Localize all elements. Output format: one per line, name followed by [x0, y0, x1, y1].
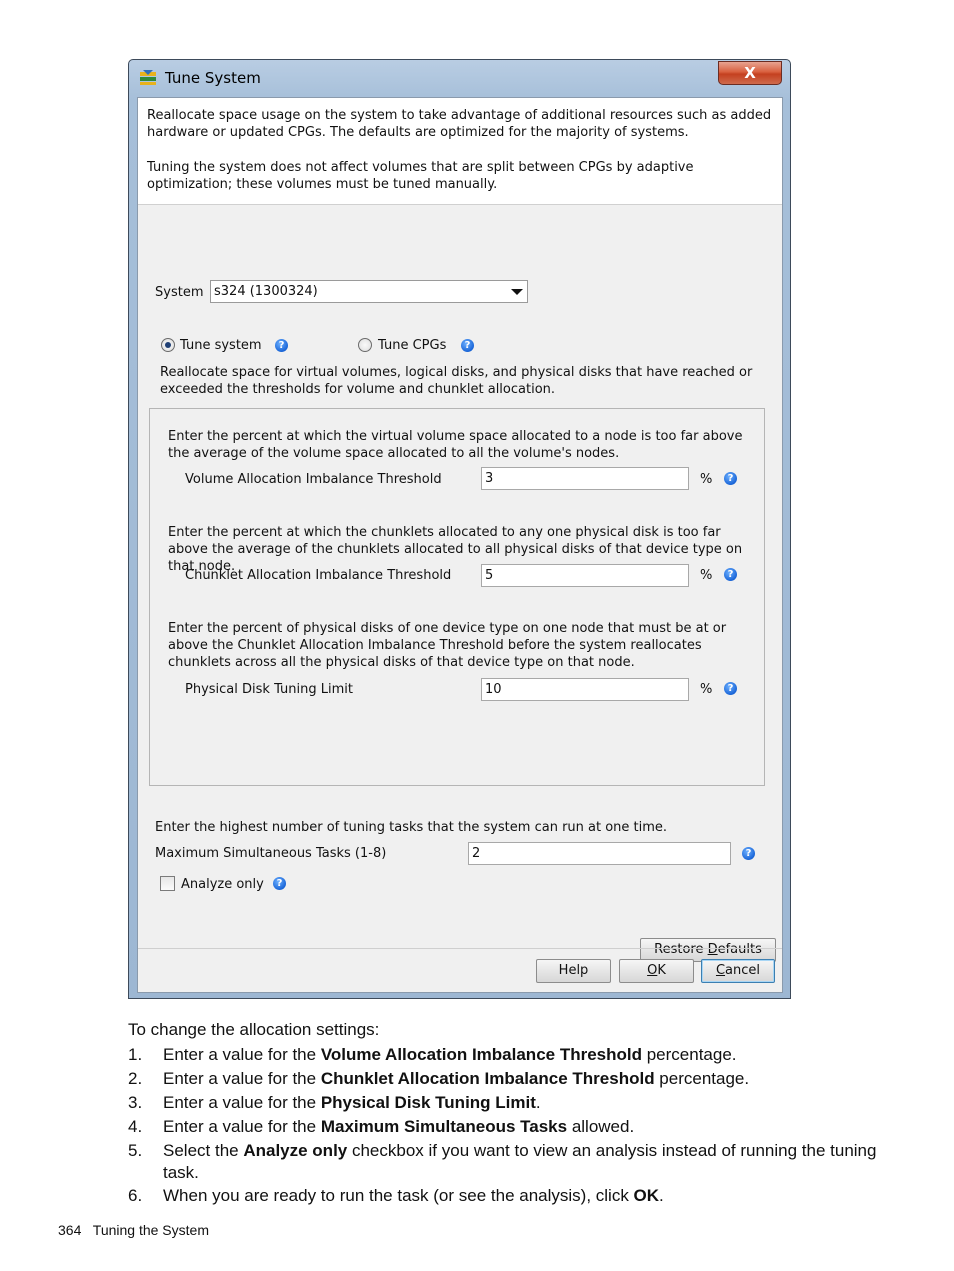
help-icon[interactable]: ?	[742, 847, 755, 860]
volume-threshold-input[interactable]: 3	[481, 467, 689, 490]
step-text: When you are ready to run the task (or s…	[163, 1186, 664, 1205]
system-select[interactable]: s324 (1300324)	[210, 280, 528, 303]
step-number: 3.	[128, 1093, 143, 1112]
chunklet-threshold-label: Chunklet Allocation Imbalance Threshold	[185, 568, 452, 583]
title-bar[interactable]: Tune System X	[129, 60, 790, 98]
tune-system-label[interactable]: Tune system	[180, 337, 262, 354]
intro-text-2: Tuning the system does not affect volume…	[147, 160, 694, 192]
page-number: 364	[58, 1222, 82, 1238]
help-icon[interactable]: ?	[275, 339, 288, 352]
close-button[interactable]: X	[718, 61, 782, 85]
step-number: 1.	[128, 1045, 143, 1064]
help-button[interactable]: Help	[536, 959, 611, 983]
app-icon	[140, 70, 156, 85]
close-icon: X	[744, 64, 756, 82]
system-label: System	[155, 285, 204, 300]
help-icon[interactable]: ?	[724, 682, 737, 695]
volume-threshold-description: Enter the percent at which the virtual v…	[168, 429, 743, 461]
disk-tuning-input[interactable]: 10	[481, 678, 689, 701]
help-icon[interactable]: ?	[273, 877, 286, 890]
step-number: 2.	[128, 1069, 143, 1088]
step-text: Enter a value for the Maximum Simultaneo…	[163, 1117, 635, 1136]
cancel-button[interactable]: Cancel	[701, 959, 775, 983]
chunklet-threshold-input[interactable]: 5	[481, 564, 689, 587]
dialog-title: Tune System	[165, 69, 261, 87]
radio-selected-dot	[165, 342, 171, 348]
section-title: Tuning the System	[92, 1222, 209, 1238]
percent-label: %	[700, 568, 713, 583]
help-icon[interactable]: ?	[724, 568, 737, 581]
info-panel: Reallocate space usage on the system to …	[138, 98, 782, 205]
max-tasks-input[interactable]: 2	[468, 842, 731, 865]
step-text: Enter a value for the Physical Disk Tuni…	[163, 1093, 541, 1112]
tune-system-radio[interactable]	[161, 338, 175, 352]
step-text: Enter a value for the Volume Allocation …	[163, 1045, 737, 1064]
step-number: 4.	[128, 1117, 143, 1136]
page-footer: 364 Tuning the System	[58, 1222, 209, 1238]
volume-threshold-label: Volume Allocation Imbalance Threshold	[185, 472, 442, 487]
intro-text-1: Reallocate space usage on the system to …	[147, 108, 772, 140]
tune-cpgs-label[interactable]: Tune CPGs	[378, 337, 446, 354]
step-text: Enter a value for the Chunklet Allocatio…	[163, 1069, 750, 1088]
analyze-only-checkbox[interactable]	[160, 876, 175, 891]
max-tasks-description: Enter the highest number of tuning tasks…	[155, 820, 668, 835]
percent-label: %	[700, 682, 713, 697]
step-number: 6.	[128, 1186, 143, 1205]
step-text: Select the Analyze only checkbox if you …	[163, 1141, 877, 1182]
percent-label: %	[700, 472, 713, 487]
step-number: 5.	[128, 1141, 143, 1160]
help-icon[interactable]: ?	[461, 339, 474, 352]
dialog-content: Reallocate space usage on the system to …	[137, 97, 783, 993]
chevron-down-icon[interactable]	[511, 289, 523, 295]
system-select-value: s324 (1300324)	[214, 284, 318, 299]
disk-tuning-description: Enter the percent of physical disks of o…	[168, 621, 727, 670]
tune-system-dialog: Tune System X Reallocate space usage on …	[128, 59, 791, 999]
reallocate-description: Reallocate space for virtual volumes, lo…	[160, 365, 753, 397]
analyze-only-label[interactable]: Analyze only	[181, 876, 264, 893]
max-tasks-label: Maximum Simultaneous Tasks (1-8)	[155, 846, 387, 861]
disk-tuning-label: Physical Disk Tuning Limit	[185, 682, 353, 697]
instructions-lead: To change the allocation settings:	[128, 1020, 380, 1039]
ok-button[interactable]: OK	[619, 959, 694, 983]
footer-divider	[138, 948, 782, 949]
help-icon[interactable]: ?	[724, 472, 737, 485]
tune-cpgs-radio[interactable]	[358, 338, 372, 352]
thresholds-group: Enter the percent at which the virtual v…	[149, 408, 765, 786]
